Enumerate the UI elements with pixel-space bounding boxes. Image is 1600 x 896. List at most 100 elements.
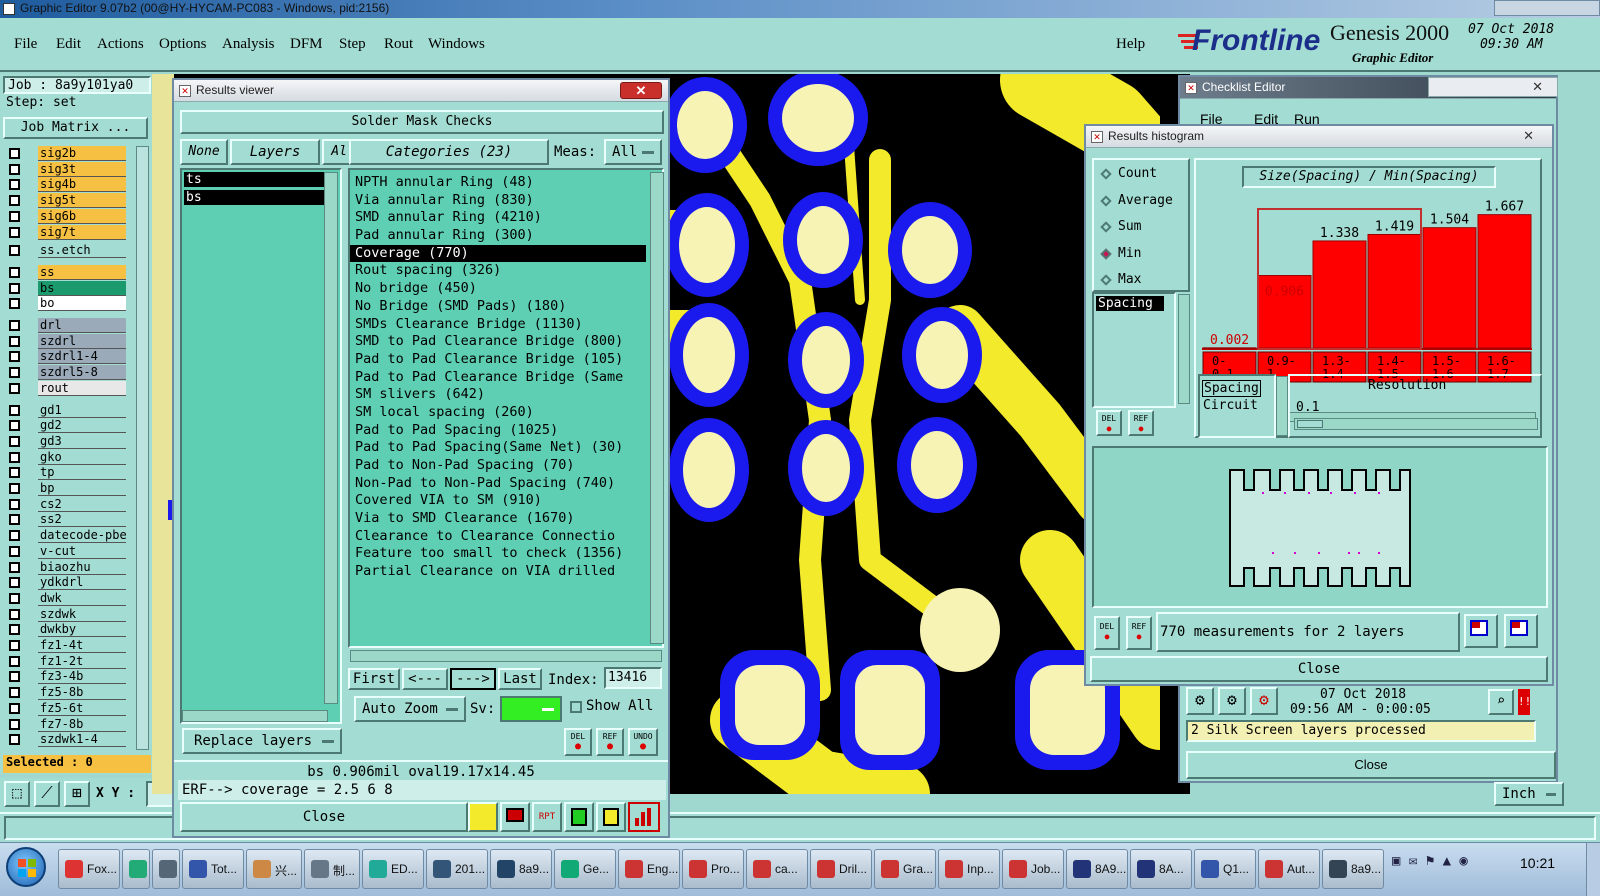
- layer-row-fz7-8b[interactable]: fz7-8b: [6, 716, 126, 732]
- category-item[interactable]: Pad to Pad Clearance Bridge (105): [350, 351, 646, 369]
- del-button[interactable]: DEL ●: [564, 728, 592, 756]
- checklist-close-button[interactable]: Close: [1186, 751, 1556, 779]
- layer-row-ss2[interactable]: ss2: [6, 512, 126, 528]
- report-icon[interactable]: RPT: [532, 802, 562, 832]
- histogram-bar[interactable]: [1202, 347, 1257, 349]
- first-button[interactable]: First: [348, 668, 400, 690]
- mode-min[interactable]: Min: [1098, 244, 1188, 264]
- layer-checkbox[interactable]: [9, 179, 20, 191]
- type-list[interactable]: Spacing Circuit: [1198, 374, 1276, 438]
- menu-help[interactable]: Help: [1116, 36, 1145, 53]
- category-item[interactable]: Pad to Non-Pad Spacing (70): [350, 457, 646, 475]
- next-button[interactable]: --->: [450, 668, 496, 690]
- layer-scrollbar[interactable]: [136, 146, 149, 750]
- categories-scrollbar[interactable]: [650, 172, 664, 644]
- layer-checkbox[interactable]: [9, 282, 20, 294]
- histogram-bar[interactable]: [1312, 240, 1367, 349]
- layer-row-szdrl1-4[interactable]: szdrl1-4: [6, 349, 126, 365]
- layer-checkbox[interactable]: [9, 592, 20, 604]
- categories-hscroll[interactable]: [350, 650, 662, 662]
- hist-ref-button[interactable]: REF ●: [1128, 410, 1154, 436]
- layer-row-dwk[interactable]: dwk: [6, 590, 126, 606]
- layer-checkbox[interactable]: [9, 298, 20, 310]
- taskbar-item[interactable]: Aut...: [1258, 849, 1320, 889]
- layer-row-gd3[interactable]: gd3: [6, 433, 126, 449]
- layer-checkbox[interactable]: [9, 351, 20, 363]
- zoom-icon[interactable]: ⌕: [1488, 689, 1514, 715]
- histogram-bar[interactable]: [1477, 214, 1532, 349]
- result-layer-ts[interactable]: ts: [184, 172, 324, 187]
- layer-checkbox[interactable]: [9, 245, 20, 257]
- histogram-bar[interactable]: [1422, 227, 1477, 349]
- run-all-icon[interactable]: ⚙: [1218, 687, 1246, 715]
- layer-row-drl[interactable]: drl: [6, 318, 126, 333]
- layer-checkbox[interactable]: [9, 702, 20, 714]
- measure-tool-icon[interactable]: ⬚: [4, 781, 30, 807]
- taskbar-item[interactable]: 201...: [426, 849, 488, 889]
- replace-layers-dropdown[interactable]: Replace layers: [182, 728, 342, 754]
- layer-row-sig2b[interactable]: sig2b: [6, 146, 126, 161]
- mode-max[interactable]: Max: [1098, 270, 1188, 290]
- layer-checkbox[interactable]: [9, 640, 20, 651]
- result-layer-bs[interactable]: bs: [184, 190, 324, 205]
- category-item[interactable]: SM local spacing (260): [350, 404, 646, 422]
- layer-checkbox[interactable]: [9, 514, 20, 526]
- taskbar-item[interactable]: 8A9...: [1066, 849, 1128, 889]
- preview-del-button[interactable]: DEL ●: [1094, 616, 1120, 650]
- layer-checkbox[interactable]: [9, 195, 20, 207]
- category-item[interactable]: Pad to Pad Spacing(Same Net) (30): [350, 439, 646, 457]
- run-stop-icon[interactable]: ⚙: [1250, 687, 1278, 715]
- results-close-button[interactable]: Close: [180, 802, 468, 832]
- categories-button[interactable]: Categories (23): [349, 139, 549, 165]
- layer-row-szdrl[interactable]: szdrl: [6, 333, 126, 349]
- layer-checkbox[interactable]: [9, 655, 20, 667]
- layer-checkbox[interactable]: [9, 451, 20, 463]
- snap-tool-icon[interactable]: ⟋: [34, 781, 60, 807]
- category-item[interactable]: Pad annular Ring (300): [350, 227, 646, 245]
- resolution-slider[interactable]: [1294, 418, 1538, 430]
- notes-icon[interactable]: [596, 802, 626, 832]
- slider-thumb[interactable]: [1297, 420, 1323, 428]
- taskbar-item[interactable]: 兴...: [246, 849, 302, 889]
- layer-checkbox[interactable]: [9, 577, 20, 589]
- category-item[interactable]: Pad to Pad Spacing (1025): [350, 422, 646, 440]
- units-dropdown[interactable]: Inch: [1494, 782, 1564, 806]
- layer-row-gd2[interactable]: gd2: [6, 418, 126, 434]
- radio-icon[interactable]: [1100, 194, 1112, 207]
- category-item[interactable]: Coverage (770): [350, 244, 646, 263]
- taskbar-item[interactable]: Tot...: [182, 849, 244, 889]
- measure-list[interactable]: Spacing: [1092, 292, 1176, 408]
- layer-checkbox[interactable]: [9, 335, 20, 347]
- layer-row-fz5-6t[interactable]: fz5-6t: [6, 700, 126, 716]
- ref-button[interactable]: REF ●: [596, 728, 624, 756]
- layer-row-rout[interactable]: rout: [6, 380, 126, 396]
- job-matrix-button[interactable]: Job Matrix ...: [3, 117, 148, 139]
- category-item[interactable]: Pad to Pad Clearance Bridge (Same: [350, 369, 646, 387]
- layer-checkbox[interactable]: [9, 530, 20, 542]
- menu-step[interactable]: Step: [339, 36, 366, 53]
- layer-row-v-cut[interactable]: v-cut: [6, 543, 126, 559]
- layer-row-biaozhu[interactable]: biaozhu: [6, 559, 126, 575]
- category-item[interactable]: SM slivers (642): [350, 386, 646, 404]
- layer-checkbox[interactable]: [9, 467, 20, 479]
- layer-checkbox[interactable]: [9, 382, 20, 394]
- category-item[interactable]: Via annular Ring (830): [350, 192, 646, 210]
- type-scrollbar[interactable]: [1276, 376, 1288, 436]
- taskbar-item[interactable]: Pro...: [682, 849, 744, 889]
- taskbar-item[interactable]: [152, 849, 180, 889]
- category-item[interactable]: Feature too small to check (1356): [350, 545, 646, 563]
- layer-checkbox[interactable]: [9, 210, 20, 222]
- mode-count[interactable]: Count: [1098, 164, 1188, 184]
- layer-checkbox[interactable]: [9, 608, 20, 620]
- layer-row-cs2[interactable]: cs2: [6, 496, 126, 512]
- zoom-out-icon[interactable]: [1504, 614, 1538, 648]
- layer-row-tp[interactable]: tp: [6, 465, 126, 481]
- show-desktop-button[interactable]: [1586, 843, 1600, 896]
- menu-dfm[interactable]: DFM: [290, 36, 323, 53]
- hist-del-button[interactable]: DEL ●: [1096, 410, 1122, 436]
- menu-analysis[interactable]: Analysis: [222, 36, 275, 53]
- radio-icon[interactable]: [1100, 221, 1112, 233]
- layer-list-scrollbar[interactable]: [324, 172, 338, 704]
- close-icon[interactable]: ✕: [1523, 128, 1534, 144]
- category-item[interactable]: SMD annular Ring (4210): [350, 209, 646, 227]
